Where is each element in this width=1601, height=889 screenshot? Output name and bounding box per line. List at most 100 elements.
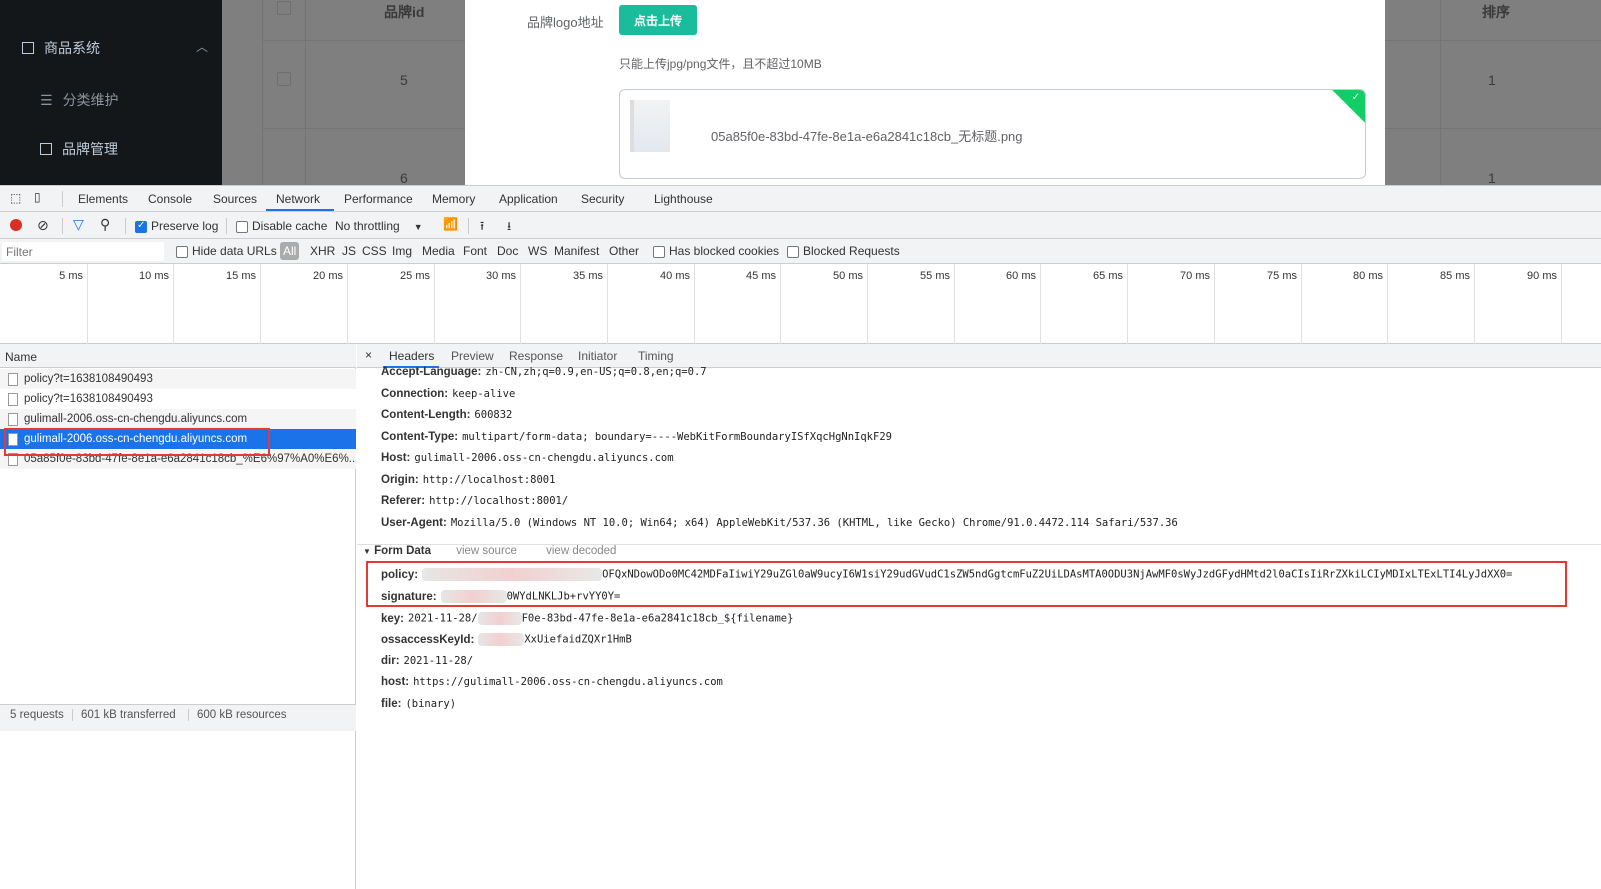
form-data-section-header[interactable]: ▼ Form Data view source view decoded	[363, 545, 616, 557]
request-row[interactable]: policy?t=1638108490493	[0, 389, 356, 409]
header-value: keep-alive	[452, 387, 516, 400]
request-name: policy?t=1638108490493	[24, 393, 153, 405]
hide-data-urls-checkbox[interactable]: Hide data URLs	[176, 244, 277, 258]
timeline-tick-label: 45 ms	[746, 270, 776, 282]
filter-type-media[interactable]: Media	[422, 244, 455, 258]
request-row[interactable]: policy?t=1638108490493	[0, 369, 356, 389]
devtools-panel: ⬚ ▯ Elements Console Sources Network Per…	[0, 185, 1601, 889]
filter-input[interactable]	[2, 242, 164, 261]
sidebar-item-label: 分类维护	[62, 92, 119, 108]
sidebar-item-label: 品牌管理	[62, 141, 118, 157]
clear-icon[interactable]: ⊘	[37, 217, 49, 234]
network-toolbar: ⊘ ▽ ⚲ Preserve log Disable cache No thro…	[0, 212, 1601, 239]
filter-type-ws[interactable]: WS	[528, 244, 547, 258]
select-all-checkbox[interactable]	[277, 1, 291, 15]
header-key: Connection:	[381, 387, 449, 400]
transferred-size: 601 kB transferred	[72, 709, 176, 721]
record-icon[interactable]	[10, 219, 22, 231]
form-data-title: Form Data	[374, 545, 431, 557]
timeline-tick-label: 30 ms	[486, 270, 516, 282]
timeline-tick-label: 35 ms	[573, 270, 603, 282]
filter-type-js[interactable]: JS	[342, 244, 356, 258]
file-thumbnail	[630, 100, 670, 152]
header-key: Content-Type:	[381, 430, 459, 443]
preserve-log-checkbox[interactable]: Preserve log	[135, 219, 218, 233]
search-icon[interactable]: ⚲	[100, 216, 110, 233]
filter-type-manifest[interactable]: Manifest	[554, 244, 599, 258]
tab-preview[interactable]: Preview	[451, 349, 494, 363]
tab-initiator[interactable]: Initiator	[578, 349, 617, 363]
filter-type-other[interactable]: Other	[609, 244, 639, 258]
timeline-gridline	[607, 264, 608, 344]
header-value: zh-CN,zh;q=0.9,en-US;q=0.8,en;q=0.7	[485, 366, 707, 378]
request-header-row: Connection: keep-alive	[381, 388, 515, 400]
filter-type-font[interactable]: Font	[463, 244, 487, 258]
timeline-gridline	[1214, 264, 1215, 344]
timeline-tick-label: 10 ms	[139, 270, 169, 282]
timeline-tick-label: 85 ms	[1440, 270, 1470, 282]
form-field-file: file: (binary)	[381, 698, 457, 710]
device-toolbar-icon[interactable]: ▯	[34, 190, 41, 204]
form-field-key: key: 2021-11-28/F0e-83bd-47fe-8e1a-e6a284…	[381, 612, 794, 625]
document-icon	[22, 42, 34, 54]
header-value: http://localhost:8001/	[429, 495, 569, 507]
timeline-tick-label: 75 ms	[1267, 270, 1297, 282]
tab-application[interactable]: Application	[499, 192, 558, 206]
timeline-tick-label: 50 ms	[833, 270, 863, 282]
close-icon[interactable]: ×	[365, 348, 372, 362]
detail-tabbar: × Headers Preview Response Initiator Tim…	[357, 344, 1601, 368]
request-row[interactable]: gulimall-2006.oss-cn-chengdu.aliyuncs.co…	[0, 409, 356, 429]
tab-performance[interactable]: Performance	[344, 192, 413, 206]
tab-console[interactable]: Console	[148, 192, 192, 206]
cell-brand-id: 6	[400, 170, 408, 185]
filter-type-xhr[interactable]: XHR	[310, 244, 335, 258]
name-column-header[interactable]: Name	[0, 344, 356, 368]
network-conditions-icon[interactable]: 📶	[443, 217, 458, 231]
file-icon	[8, 392, 18, 406]
import-har-icon[interactable]: ⭱	[480, 217, 484, 238]
throttling-select[interactable]: No throttling ▼	[335, 219, 423, 233]
tab-response[interactable]: Response	[509, 349, 563, 363]
timeline-gridline	[173, 264, 174, 344]
inspect-icon[interactable]: ⬚	[10, 191, 21, 205]
has-blocked-cookies-label: Has blocked cookies	[669, 244, 780, 258]
file-icon	[8, 412, 18, 426]
row-checkbox[interactable]	[277, 72, 291, 86]
filter-type-all[interactable]: All	[280, 242, 300, 260]
header-key: Content-Length:	[381, 409, 471, 421]
timeline-tick-label: 60 ms	[1006, 270, 1036, 282]
timeline-tick-label: 70 ms	[1180, 270, 1210, 282]
column-header-brand-id: 品牌id	[384, 4, 425, 20]
network-overview-timeline[interactable]: 5 ms 10 ms 15 ms 20 ms 25 ms 30 ms 35 ms 40 ms 4…	[0, 264, 1601, 344]
export-har-icon[interactable]: ⭳	[507, 217, 511, 238]
uploaded-file-card[interactable]: 05a85f0e-83bd-47fe-8e1a-e6a2841c18cb_无标题…	[619, 89, 1366, 179]
sidebar-item-brand[interactable]: 品牌管理	[40, 139, 118, 159]
request-header-row: Content-Length: 600832	[381, 409, 512, 421]
disable-cache-checkbox[interactable]: Disable cache	[236, 219, 327, 233]
triangle-down-icon: ▼	[363, 547, 371, 556]
filter-type-img[interactable]: Img	[392, 244, 412, 258]
view-source-link[interactable]: view source	[456, 545, 517, 557]
blocked-requests-checkbox[interactable]: Blocked Requests	[787, 244, 900, 258]
tab-memory[interactable]: Memory	[432, 192, 475, 206]
timeline-gridline	[260, 264, 261, 344]
filter-icon[interactable]: ▽	[73, 216, 84, 233]
has-blocked-cookies-checkbox[interactable]: Has blocked cookies	[653, 244, 779, 258]
filter-type-css[interactable]: CSS	[362, 244, 387, 258]
sidebar-group-goods[interactable]: 商品系统	[22, 38, 100, 58]
header-key: Referer:	[381, 495, 426, 507]
tab-elements[interactable]: Elements	[78, 192, 128, 206]
app-background: 商品系统 ︿ ☰ 分类维护 品牌管理 品牌id 排序 5 1 6 1 品牌logo…	[0, 0, 1601, 185]
timeline-gridline	[694, 264, 695, 344]
tab-lighthouse[interactable]: Lighthouse	[654, 192, 713, 206]
view-decoded-link[interactable]: view decoded	[546, 545, 616, 557]
tab-headers[interactable]: Headers	[389, 349, 434, 363]
tab-sources[interactable]: Sources	[213, 192, 257, 206]
upload-button[interactable]: 点击上传	[619, 5, 697, 35]
tab-security[interactable]: Security	[581, 192, 624, 206]
filter-type-doc[interactable]: Doc	[497, 244, 518, 258]
tab-network[interactable]: Network	[276, 192, 320, 206]
tab-timing[interactable]: Timing	[638, 349, 674, 363]
sidebar-item-category[interactable]: ☰ 分类维护	[40, 90, 119, 110]
header-value: Mozilla/5.0 (Windows NT 10.0; Win64; x64…	[450, 516, 1178, 529]
